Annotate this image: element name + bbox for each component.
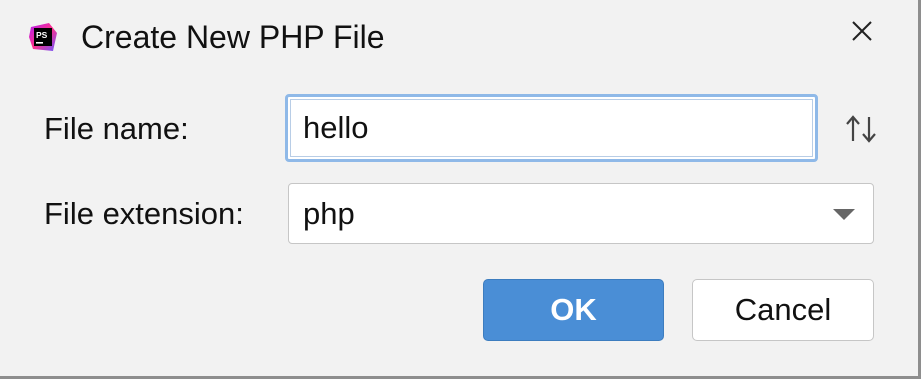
dialog-title: Create New PHP File — [81, 19, 385, 55]
sort-up-down-icon[interactable] — [843, 114, 879, 144]
file-extension-select[interactable]: php — [288, 183, 874, 244]
create-php-file-dialog: PS Create New PHP File File name: File e… — [0, 0, 921, 379]
close-icon — [852, 21, 872, 41]
file-extension-value: php — [303, 196, 355, 231]
chevron-down-icon — [833, 209, 855, 220]
ok-button[interactable]: OK — [483, 279, 664, 341]
phpstorm-icon-text: PS — [36, 30, 48, 40]
file-name-field-focus-ring — [285, 94, 818, 162]
phpstorm-icon: PS — [29, 23, 57, 51]
cancel-button[interactable]: Cancel — [692, 279, 874, 341]
file-name-label: File name: — [44, 111, 189, 146]
close-button[interactable] — [845, 14, 879, 48]
file-extension-label: File extension: — [44, 196, 244, 231]
dialog-titlebar: PS Create New PHP File — [0, 0, 918, 78]
file-name-input[interactable] — [290, 99, 813, 157]
